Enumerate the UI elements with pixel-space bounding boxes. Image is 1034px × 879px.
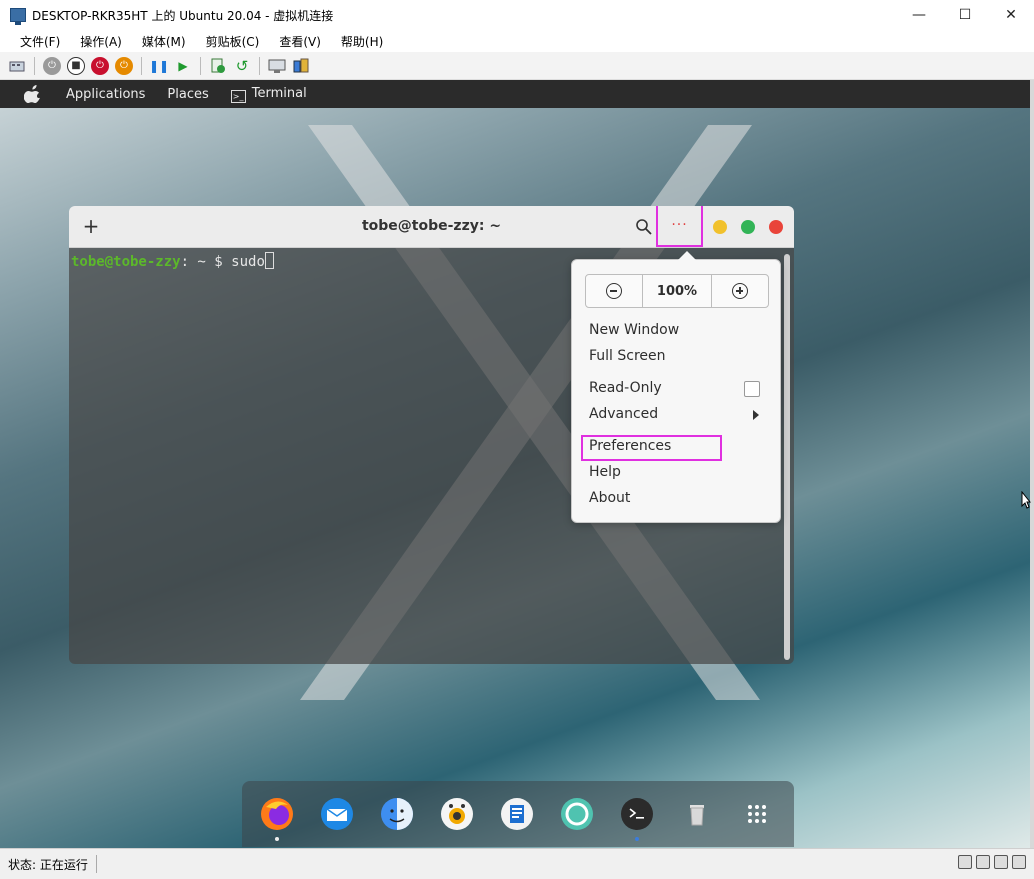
pause-icon[interactable]: ❚❚ bbox=[149, 57, 169, 75]
zoom-level[interactable]: 100% bbox=[642, 275, 712, 307]
turn-off-icon[interactable]: ■ bbox=[67, 56, 85, 75]
host-menubar: 文件(F) 操作(A) 媒体(M) 剪贴板(C) 查看(V) 帮助(H) bbox=[0, 30, 1034, 52]
resize-cursor-icon bbox=[1021, 491, 1031, 509]
minimize-dot-button[interactable] bbox=[713, 220, 727, 234]
toolbar-separator bbox=[34, 56, 35, 75]
toolbar-separator bbox=[259, 56, 260, 75]
enhanced-session-icon[interactable] bbox=[268, 57, 286, 75]
statusbar-icons bbox=[958, 855, 1026, 869]
mouse-icon bbox=[976, 855, 990, 869]
menu-clipboard[interactable]: 剪贴板(C) bbox=[206, 33, 260, 50]
zoom-in-icon bbox=[732, 283, 748, 299]
app-grid-icon[interactable] bbox=[738, 795, 776, 833]
mail-icon[interactable] bbox=[318, 795, 356, 833]
window-controls: — ☐ ✕ bbox=[896, 0, 1034, 30]
ctrl-alt-del-icon[interactable] bbox=[8, 57, 26, 75]
prompt-path: : ~ bbox=[180, 254, 206, 270]
menu-item-read-only[interactable]: Read-Only bbox=[589, 378, 662, 398]
menu-item-new-window[interactable]: New Window bbox=[589, 320, 679, 340]
host-window-edge bbox=[1030, 80, 1034, 848]
terminal-app-menu[interactable]: >_ Terminal bbox=[230, 85, 307, 103]
terminal-headerbar: + tobe@tobe-zzy: ~ ··· bbox=[69, 206, 794, 248]
resize-grip-icon[interactable] bbox=[1012, 855, 1026, 869]
toolbar-separator bbox=[200, 56, 201, 75]
close-button[interactable]: ✕ bbox=[988, 0, 1034, 30]
places-menu[interactable]: Places bbox=[167, 87, 208, 102]
menu-view[interactable]: 查看(V) bbox=[279, 33, 321, 50]
checkpoint-icon[interactable] bbox=[209, 57, 227, 75]
zoom-out-icon bbox=[606, 283, 622, 299]
menu-file[interactable]: 文件(F) bbox=[20, 33, 60, 50]
vm-status: 状态: 正在运行 bbox=[8, 857, 88, 872]
search-icon[interactable] bbox=[635, 218, 653, 236]
maximize-dot-button[interactable] bbox=[741, 220, 755, 234]
more-options-button[interactable]: ··· bbox=[656, 206, 703, 247]
terminal-menu-popover: 100% New Window Full Screen Read-Only Ad… bbox=[571, 251, 781, 523]
menu-item-help[interactable]: Help bbox=[589, 462, 621, 482]
firefox-icon[interactable] bbox=[258, 795, 296, 841]
menu-item-full-screen[interactable]: Full Screen bbox=[589, 346, 666, 366]
submenu-arrow-icon bbox=[753, 410, 759, 420]
terminal-app-label: Terminal bbox=[251, 85, 307, 101]
menu-item-advanced[interactable]: Advanced bbox=[589, 404, 658, 424]
save-state-icon[interactable]: ⏻ bbox=[115, 56, 133, 75]
applications-menu[interactable]: Applications bbox=[66, 87, 145, 102]
prompt-user: tobe@tobe-zzy bbox=[71, 254, 181, 270]
menu-action[interactable]: 操作(A) bbox=[80, 33, 122, 50]
terminal-icon[interactable] bbox=[618, 795, 656, 841]
menu-item-about[interactable]: About bbox=[589, 488, 630, 508]
running-indicator bbox=[275, 837, 279, 841]
prompt-symbol: $ bbox=[205, 254, 232, 270]
menu-media[interactable]: 媒体(M) bbox=[142, 33, 186, 50]
vm-connection-icon bbox=[10, 8, 26, 25]
text-cursor bbox=[264, 252, 274, 269]
preferences-highlight bbox=[581, 435, 722, 461]
window-title: DESKTOP-RKR35HT 上的 Ubuntu 20.04 - 虚拟机连接 bbox=[32, 8, 334, 23]
host-toolbar: ⏻ ■ ⏻ ⏻ ❚❚ ▶ ↺ bbox=[0, 52, 1034, 80]
statusbar-divider bbox=[95, 855, 97, 873]
shut-down-icon[interactable]: ⏻ bbox=[91, 56, 109, 75]
read-only-checkbox[interactable] bbox=[744, 381, 760, 397]
help-icon[interactable] bbox=[558, 795, 596, 833]
vm-screen[interactable]: Applications Places >_ Terminal + tobe@to… bbox=[0, 80, 1030, 848]
toolbar-separator bbox=[141, 56, 142, 75]
revert-icon[interactable]: ↺ bbox=[233, 57, 251, 75]
maximize-button[interactable]: ☐ bbox=[942, 0, 988, 30]
terminal-scrollbar[interactable] bbox=[784, 254, 790, 660]
apple-logo-icon[interactable] bbox=[22, 84, 42, 104]
document-viewer-icon[interactable] bbox=[498, 795, 536, 833]
keyboard-icon bbox=[958, 855, 972, 869]
lock-icon bbox=[994, 855, 1008, 869]
minimize-button[interactable]: — bbox=[896, 0, 942, 30]
start-icon[interactable]: ⏻ bbox=[43, 56, 61, 75]
finder-icon[interactable] bbox=[378, 795, 416, 833]
screenshot-icon[interactable] bbox=[438, 795, 476, 833]
resume-icon[interactable]: ▶ bbox=[174, 57, 192, 75]
terminal-glyph-icon: >_ bbox=[230, 89, 246, 103]
share-icon[interactable] bbox=[292, 57, 310, 75]
zoom-out-button[interactable] bbox=[586, 275, 642, 307]
host-statusbar: 状态: 正在运行 bbox=[0, 848, 1034, 879]
command-text: sudo bbox=[231, 254, 265, 270]
dock bbox=[242, 781, 794, 847]
ubuntu-topbar: Applications Places >_ Terminal bbox=[0, 80, 1030, 108]
menu-help[interactable]: 帮助(H) bbox=[341, 33, 383, 50]
host-titlebar: DESKTOP-RKR35HT 上的 Ubuntu 20.04 - 虚拟机连接 … bbox=[0, 0, 1034, 30]
zoom-in-button[interactable] bbox=[712, 275, 768, 307]
close-dot-button[interactable] bbox=[769, 220, 783, 234]
zoom-control: 100% bbox=[585, 274, 769, 308]
running-indicator bbox=[635, 837, 639, 841]
trash-icon[interactable] bbox=[678, 795, 716, 833]
